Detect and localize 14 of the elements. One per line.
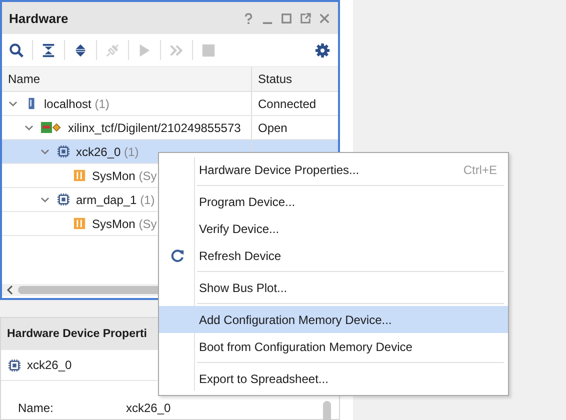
- property-label: Name:: [18, 401, 54, 417]
- status-text: Connected: [258, 96, 316, 110]
- tree-item-label: localhost (1): [44, 96, 110, 110]
- tree-item-label: arm_dap_1 (1): [76, 192, 155, 206]
- shortcut-text: Ctrl+E: [463, 162, 497, 176]
- tree-item-label: SysMon (Sy: [92, 168, 157, 182]
- device-name: xck26_0: [27, 358, 72, 372]
- property-value: xck26_0: [126, 401, 171, 417]
- panel-title: Hardware Device Properti: [7, 328, 147, 340]
- tree-item-label: SysMon (Sy: [92, 216, 157, 230]
- panel-title: Hardware: [9, 10, 68, 26]
- tree-item-label: xilinx_tcf/Digilent/210249855573: [68, 120, 241, 134]
- tree-item-label: xck26_0 (1): [76, 144, 139, 158]
- status-text: Open: [258, 120, 288, 134]
